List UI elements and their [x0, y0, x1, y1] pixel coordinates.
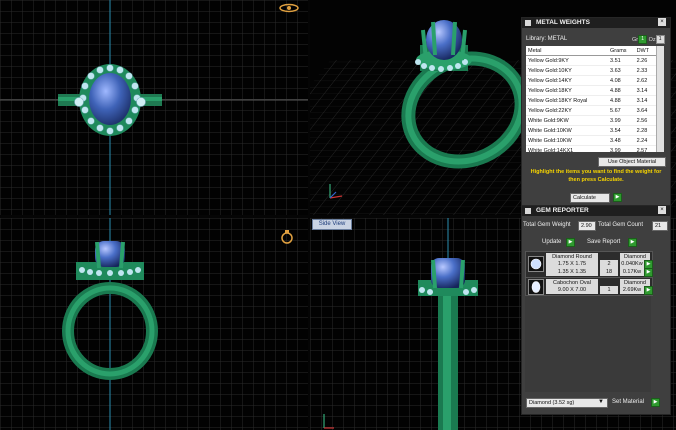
set-material-button[interactable]: ▶ [651, 398, 660, 407]
dwt-cell: 2.57 [634, 145, 656, 152]
update-button[interactable]: ▶ [566, 238, 575, 247]
metal-cell: Yellow Gold:22KY [526, 105, 609, 116]
save-report-label: Save Report [587, 239, 621, 245]
dwt-cell: 2.62 [634, 75, 656, 86]
top-view-canvas [0, 0, 308, 215]
column-header-metal[interactable]: Metal [526, 46, 609, 56]
gem-select-button[interactable]: ▶ [644, 286, 653, 295]
metal-weights-title: METAL WEIGHTS [536, 19, 590, 26]
gem-reporter-close-button[interactable]: × [658, 206, 666, 214]
grams-cell: 3.54 [608, 125, 635, 136]
chevron-down-icon[interactable]: ▼ [598, 399, 604, 405]
dwt-cell: 2.28 [634, 125, 656, 136]
grams-cell: 4.88 [608, 95, 635, 106]
gem-size: 9.00 X 7.00 [546, 286, 598, 294]
viewport-front[interactable] [0, 218, 308, 430]
oz-toggle-button[interactable]: 1 [655, 35, 665, 44]
grams-cell: 5.67 [608, 105, 635, 116]
save-report-button[interactable]: ▶ [628, 238, 637, 247]
front-view-canvas [0, 218, 308, 430]
metal-cell: White Gold:10KW [526, 125, 609, 136]
gem-list-item[interactable]: Diamond Round Diamond 1.75 X 1.75 2 0.04… [525, 251, 653, 278]
table-row[interactable]: White Gold:10KW 3.48 2.24 [526, 135, 656, 146]
gem-list-empty-area [525, 296, 651, 392]
dwt-cell: 2.24 [634, 135, 656, 146]
gem-size: 1.75 X 1.75 [546, 260, 598, 268]
metal-weights-close-button[interactable]: × [658, 18, 666, 26]
gem-reporter-title: GEM REPORTER [536, 207, 589, 214]
metal-table: Metal Grams DWT Yellow Gold:9KY 3.51 2.26 Y… [526, 46, 656, 152]
gem-list-item[interactable]: Cabochon Oval Diamond 9.00 X 7.00 1 2.69… [525, 277, 653, 296]
grams-cell: 3.99 [608, 145, 635, 152]
grams-cell: 4.08 [608, 75, 635, 86]
metal-cell: White Gold:9KW [526, 115, 609, 126]
grams-cell: 4.88 [608, 85, 635, 96]
panel-grip-icon [525, 208, 531, 214]
gem-weight: 0.17Kw [620, 268, 644, 276]
column-header-dwt[interactable]: DWT [634, 46, 656, 56]
table-row[interactable]: White Gold:10KW 3.54 2.28 [526, 125, 656, 136]
gem-size: 1.35 X 1.35 [546, 268, 598, 276]
table-row[interactable]: Yellow Gold:18KY 4.88 3.14 [526, 85, 656, 96]
gem-weight: 2.69Kw [620, 286, 644, 294]
side-view-label[interactable]: Side View [312, 219, 352, 230]
gem-reporter-title-bar[interactable]: GEM REPORTER [522, 206, 670, 216]
grams-cell: 3.99 [608, 115, 635, 126]
diamond-round-icon [528, 256, 544, 272]
table-row[interactable]: Yellow Gold:10KY 3.63 2.33 [526, 65, 656, 76]
gem-count: 2 [600, 260, 618, 268]
dwt-cell: 2.56 [634, 115, 656, 126]
metal-cell: Yellow Gold:10KY [526, 65, 609, 76]
use-object-material-button[interactable]: Use Object Material [598, 157, 666, 167]
panel-grip-icon [525, 20, 531, 26]
metal-weights-hint: Highlight the items you want to find the… [530, 169, 662, 183]
table-row[interactable]: White Gold:14KX1 3.99 2.57 [526, 145, 656, 152]
dwt-cell: 3.64 [634, 105, 656, 116]
table-row[interactable]: White Gold:9KW 3.99 2.56 [526, 115, 656, 126]
oz-toggle-label: Oz [648, 36, 656, 43]
cabochon-oval-icon [528, 279, 544, 295]
calculate-field: Calculate [570, 193, 610, 203]
dwt-cell: 3.14 [634, 95, 656, 106]
gem-weight: 0.040Kw [620, 260, 644, 268]
metal-cell: Yellow Gold:9KY [526, 55, 609, 66]
metal-cell: White Gold:14KX1 [526, 145, 609, 152]
calculate-button[interactable]: ▶ [613, 193, 622, 202]
dwt-cell: 3.14 [634, 85, 656, 96]
grams-cell: 3.63 [608, 65, 635, 76]
set-material-label: Set Material [612, 399, 645, 405]
grams-cell: 3.51 [608, 55, 635, 66]
material-select[interactable]: Diamond (3.52 sg) [526, 398, 608, 408]
gem-select-button[interactable]: ▶ [644, 268, 653, 277]
metal-table-scrollbar[interactable] [656, 46, 664, 152]
metal-cell: White Gold:10KW [526, 135, 609, 146]
gem-count: 1 [600, 286, 618, 294]
table-row[interactable]: Yellow Gold:9KY 3.51 2.26 [526, 55, 656, 66]
gr-toggle-button[interactable]: 1 [638, 35, 648, 44]
dwt-cell: 2.33 [634, 65, 656, 76]
metal-weights-panel: METAL WEIGHTS Library: METAL Gr 1 Oz 1 Met… [521, 17, 671, 206]
metal-cell: Yellow Gold:14KY [526, 75, 609, 86]
grams-cell: 3.48 [608, 135, 635, 146]
total-gem-weight-value: 2.90 [578, 221, 596, 231]
column-header-grams[interactable]: Grams [608, 46, 635, 56]
metal-cell: Yellow Gold:18KY Royal [526, 95, 609, 106]
metal-table-container: Metal Grams DWT Yellow Gold:9KY 3.51 2.26 Y… [526, 46, 656, 152]
table-row[interactable]: Yellow Gold:22KY 5.67 3.64 [526, 105, 656, 116]
total-gem-count-value: 21 [652, 221, 668, 231]
viewport-top[interactable] [0, 0, 308, 215]
table-row[interactable]: Yellow Gold:14KY 4.08 2.62 [526, 75, 656, 86]
gem-count: 18 [600, 268, 618, 276]
total-gem-count-label: Total Gem Count [598, 222, 644, 228]
total-gem-weight-label: Total Gem Weight [523, 222, 571, 228]
table-row[interactable]: Yellow Gold:18KY Royal 4.88 3.14 [526, 95, 656, 106]
library-label: Library: METAL [526, 36, 568, 42]
metal-cell: Yellow Gold:18KY [526, 85, 609, 96]
metal-weights-title-bar[interactable]: METAL WEIGHTS [522, 18, 670, 28]
update-label: Update [542, 239, 562, 245]
dwt-cell: 2.26 [634, 55, 656, 66]
